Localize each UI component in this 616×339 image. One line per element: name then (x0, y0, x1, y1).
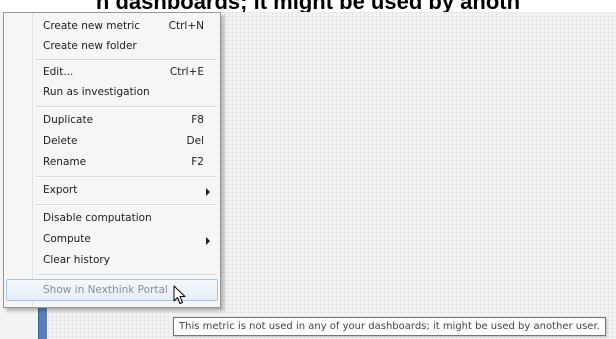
menu-item-disable-computation[interactable]: Disable computation (6, 209, 218, 229)
menu-item-label: Create new folder (43, 40, 137, 52)
menu-separator (36, 274, 216, 276)
menu-item-duplicate[interactable]: Duplicate F8 (6, 111, 218, 131)
menu-item-shortcut: Ctrl+N (168, 20, 204, 32)
menu-item-label: Run as investigation (43, 86, 150, 98)
menu-item-run-as-investigation[interactable]: Run as investigation (6, 83, 218, 103)
menu-item-label: Disable computation (43, 212, 152, 224)
submenu-arrow-icon (206, 188, 210, 196)
menu-item-rename[interactable]: Rename F2 (6, 153, 218, 173)
menu-item-shortcut: Del (186, 135, 204, 147)
menu-item-label: Create new metric (43, 20, 141, 32)
menu-separator (36, 204, 216, 206)
mouse-cursor-icon (173, 285, 186, 304)
menu-item-label: Show in Nexthink Portal (43, 284, 168, 296)
menu-item-shortcut: Ctrl+E (169, 66, 204, 78)
menu-item-label: Clear history (43, 254, 110, 266)
context-menu: Create new metric Ctrl+N Create new fold… (3, 12, 221, 308)
menu-item-compute[interactable]: Compute (6, 230, 218, 250)
menu-item-label: Delete (43, 135, 78, 147)
menu-item-shortcut: F8 (191, 114, 204, 126)
menu-item-label: Compute (43, 233, 91, 245)
menu-item-create-new-folder[interactable]: Create new folder (6, 37, 218, 57)
menu-item-export[interactable]: Export (6, 181, 218, 201)
menu-item-edit[interactable]: Edit... Ctrl+E (6, 63, 218, 83)
menu-item-shortcut: F2 (191, 156, 204, 168)
menu-separator (36, 59, 216, 61)
menu-item-clear-history[interactable]: Clear history (6, 251, 218, 271)
menu-item-create-new-metric[interactable]: Create new metric Ctrl+N (6, 17, 218, 37)
menu-item-label: Export (43, 184, 78, 196)
menu-separator (36, 176, 216, 178)
menu-item-delete[interactable]: Delete Del (6, 132, 218, 152)
menu-separator (36, 106, 216, 108)
menu-item-label: Edit... (43, 66, 74, 78)
menu-item-label: Duplicate (43, 114, 94, 126)
menu-item-label: Rename (43, 156, 87, 168)
submenu-arrow-icon (206, 237, 210, 245)
tooltip: This metric is not used in any of your d… (173, 317, 606, 336)
